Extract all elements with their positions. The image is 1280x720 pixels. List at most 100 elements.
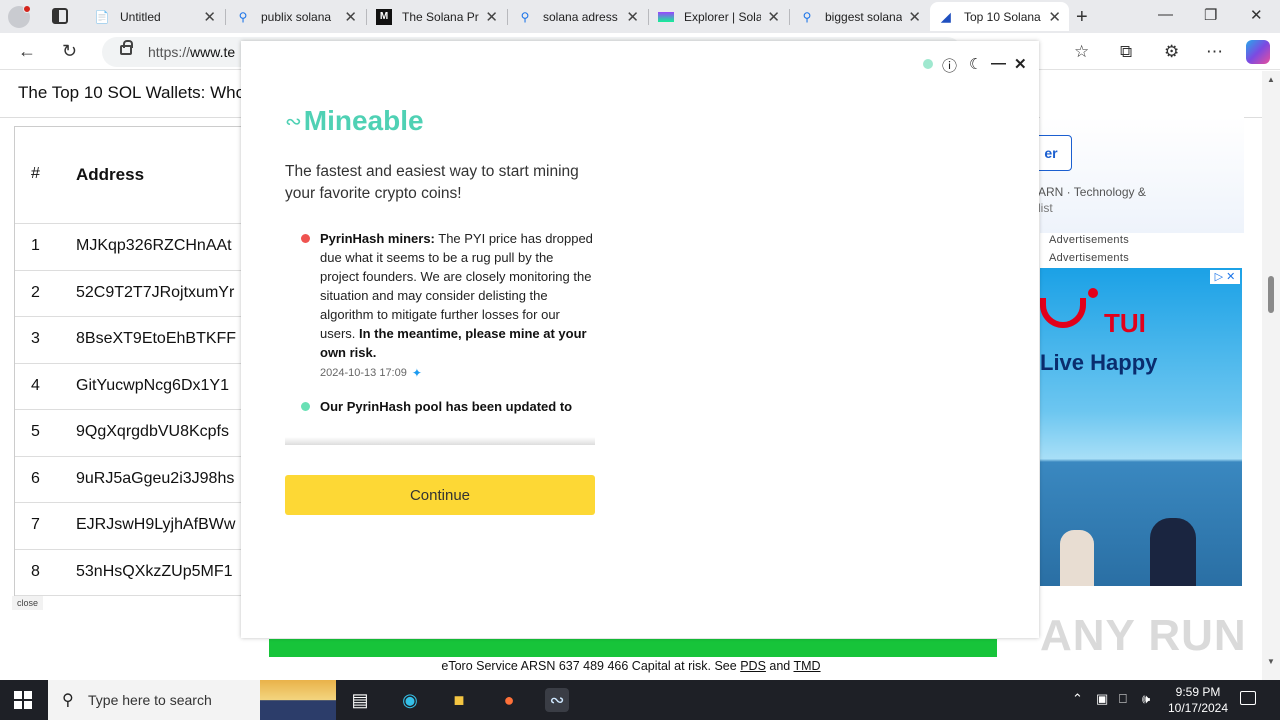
etoro-banner[interactable]	[269, 639, 997, 657]
site-icon: ◢	[941, 9, 951, 24]
windows-start-icon[interactable]	[14, 691, 32, 709]
new-tab-icon[interactable]: +	[1076, 6, 1088, 29]
close-tab-icon[interactable]: ✕	[344, 8, 357, 26]
address-cell[interactable]: 53nHsQXkzZUp5MF1	[76, 563, 233, 581]
network-icon[interactable]: ⎕	[1119, 691, 1127, 707]
close-tab-icon[interactable]: ✕	[767, 8, 780, 26]
tmd-link[interactable]: TMD	[794, 659, 821, 673]
tab-solana-protocol[interactable]: M The Solana Pr ✕	[368, 2, 506, 31]
info-icon[interactable]: ⓘ	[942, 55, 957, 76]
back-icon[interactable]: ←	[18, 41, 36, 62]
mineable-logo-icon: ∾	[285, 109, 302, 133]
close-tab-icon[interactable]: ✕	[203, 8, 216, 26]
table-row: 6 9uRJ5aGgeu2i3J98hs	[15, 457, 254, 503]
close-window-icon[interactable]: ✕	[1250, 6, 1263, 24]
address-cell[interactable]: MJKqp326RZCHnAAt	[76, 237, 232, 255]
table-row: 1 MJKqp326RZCHnAAt	[15, 224, 254, 271]
scroll-thumb[interactable]	[1268, 276, 1274, 313]
tab-title: The Solana Pr	[402, 9, 479, 24]
table-row: 8 53nHsQXkzZUp5MF1	[15, 550, 254, 596]
medium-icon: M	[376, 8, 392, 25]
scroll-up-icon[interactable]: ▲	[1267, 75, 1275, 84]
continue-button[interactable]: Continue	[285, 475, 595, 515]
rank-cell: 4	[31, 376, 40, 394]
more-menu-icon[interactable]: ⋯	[1206, 42, 1223, 62]
close-ad-chip[interactable]: close	[12, 596, 44, 610]
tab-explorer[interactable]: Explorer | Sola ✕	[650, 2, 788, 31]
close-tab-icon[interactable]: ✕	[908, 8, 921, 26]
rank-cell: 5	[31, 423, 40, 440]
edge-icon[interactable]: ◉	[398, 688, 422, 712]
news-feed[interactable]: PyrinHash miners: The PYI price has drop…	[285, 229, 595, 444]
status-dot-icon	[923, 59, 933, 69]
tray-chevron-icon[interactable]: ⌃	[1072, 691, 1083, 707]
mineable-logo: ∾ Mineable	[285, 105, 424, 136]
tui-ad[interactable]: TUI Live Happy ▷ ✕	[1040, 268, 1242, 586]
tui-logo-icon	[1040, 298, 1086, 328]
news-item: Our PyrinHash pool has been updated to	[285, 397, 595, 416]
anyrun-watermark: ANY RUN	[1040, 611, 1247, 660]
twitter-icon[interactable]: ✦	[412, 364, 422, 383]
bullet-icon	[301, 234, 310, 243]
rank-cell: 7	[31, 516, 40, 533]
news-item: PyrinHash miners: The PYI price has drop…	[285, 229, 595, 383]
profile-avatar-icon[interactable]	[8, 5, 31, 28]
tab-top-10-solana[interactable]: ◢ Top 10 Solana ✕	[930, 2, 1069, 31]
lock-icon	[120, 40, 133, 55]
tab-title: Top 10 Solana	[964, 9, 1041, 24]
browser-tab-bar: 📄 Untitled ✕ ⚲ publix solana ✕ M The Sol…	[0, 0, 1280, 33]
close-tab-icon[interactable]: ✕	[1048, 8, 1061, 26]
tui-slogan: Live Happy	[1040, 350, 1158, 375]
dark-mode-icon[interactable]: ☾	[969, 55, 982, 73]
tab-actions-icon[interactable]	[52, 8, 68, 24]
tab-solana-address[interactable]: ⚲ solana adress ✕	[509, 2, 647, 31]
mineable-modal: ⓘ ☾ — ✕ ∾ Mineable The fastest and easie…	[241, 41, 1039, 638]
copilot-icon[interactable]	[1246, 40, 1270, 64]
page-icon: 📄	[94, 9, 110, 24]
taskbar-clock[interactable]: 9:59 PM 10/17/2024	[1166, 684, 1230, 716]
refresh-icon[interactable]: ↻	[62, 41, 77, 62]
taskbar-search[interactable]: ⚲ Type here to search	[48, 680, 336, 720]
mineable-app-icon[interactable]: ∾	[545, 688, 569, 712]
ad-text: list	[1038, 201, 1053, 215]
search-icon: ⚲	[238, 9, 248, 24]
tab-publix-solana[interactable]: ⚲ publix solana ✕	[227, 2, 365, 31]
ad-choices-close-icon[interactable]: ▷ ✕	[1210, 270, 1240, 284]
address-cell[interactable]: EJRJswH9LyjhAfBWw	[76, 516, 235, 534]
notifications-icon[interactable]	[1240, 691, 1256, 705]
close-tab-icon[interactable]: ✕	[485, 8, 498, 26]
volume-icon[interactable]: 🕪	[1142, 691, 1150, 707]
tab-title: solana adress	[543, 9, 618, 24]
minimize-icon[interactable]: —	[1158, 6, 1173, 23]
minimize-modal-icon[interactable]: —	[991, 55, 1006, 72]
file-explorer-icon[interactable]: ■	[447, 688, 471, 712]
tab-title: publix solana	[261, 9, 332, 24]
right-ad-banner[interactable]: er ARN · Technology & list	[1030, 117, 1244, 233]
rank-cell: 1	[31, 237, 40, 254]
advertisements-label: Advertisements	[1049, 234, 1130, 246]
tab-untitled[interactable]: 📄 Untitled ✕	[86, 2, 224, 31]
collections-icon[interactable]: ⧉	[1120, 42, 1132, 62]
tab-biggest-solana[interactable]: ⚲ biggest solana ✕	[791, 2, 929, 31]
address-cell[interactable]: 8BseXT9EtoEhBTKFF	[76, 330, 236, 348]
close-tab-icon[interactable]: ✕	[626, 8, 639, 26]
restore-icon[interactable]: ❐	[1204, 6, 1217, 24]
news-date: 2024-10-13 17:09 ✦	[320, 364, 595, 383]
table-header: # Address	[15, 127, 254, 224]
clock-time: 9:59 PM	[1175, 685, 1221, 699]
address-cell[interactable]: GitYucwpNcg6Dx1Y1	[76, 377, 229, 395]
address-cell[interactable]: 52C9T2T7JRojtxumYr	[76, 284, 234, 302]
address-cell[interactable]: 9uRJ5aGgeu2i3J98hs	[76, 470, 234, 488]
extensions-icon[interactable]: ⚙	[1164, 42, 1179, 62]
page-scrollbar[interactable]: ▲ ▼	[1262, 71, 1280, 680]
tray-device-icon[interactable]: ▣	[1096, 691, 1108, 707]
task-view-icon[interactable]: ▤	[348, 688, 372, 712]
firefox-icon[interactable]: ●	[497, 688, 521, 712]
rank-cell: 3	[31, 330, 40, 347]
close-modal-icon[interactable]: ✕	[1014, 55, 1027, 73]
pds-link[interactable]: PDS	[740, 659, 766, 673]
address-cell[interactable]: 9QgXqrgdbVU8Kcpfs	[76, 423, 229, 441]
rank-cell: 2	[31, 283, 40, 301]
scroll-down-icon[interactable]: ▼	[1267, 657, 1275, 666]
favorites-icon[interactable]: ☆	[1074, 42, 1089, 62]
